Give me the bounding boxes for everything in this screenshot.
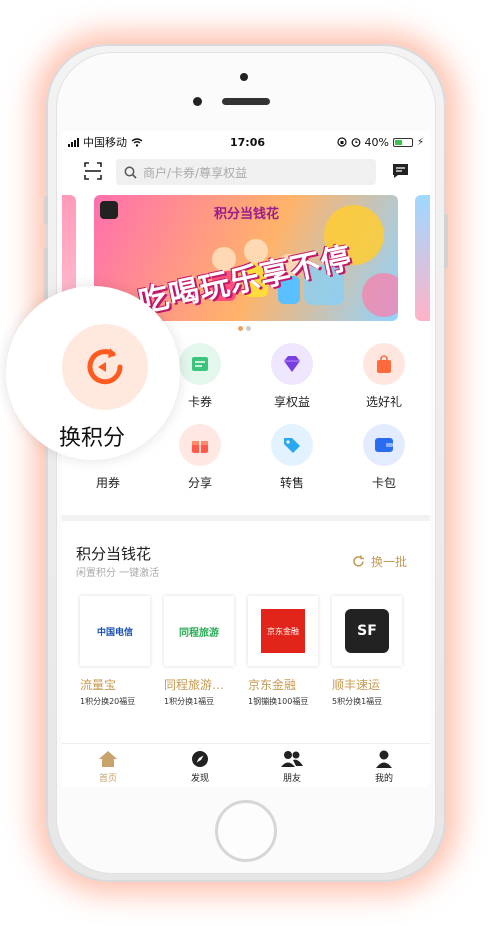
search-placeholder: 商户/卡券/尊享权益	[143, 165, 248, 180]
section-divider	[62, 515, 430, 521]
tab-friends[interactable]: 朋友	[246, 744, 338, 787]
zoom-callout[interactable]: 换积分	[6, 286, 180, 460]
partner-card[interactable]: SF 顺丰速运 5积分换1福豆	[332, 596, 408, 707]
power-button	[444, 214, 448, 268]
compass-icon	[154, 749, 246, 769]
carousel-dots	[238, 326, 251, 331]
grid-item-privileges[interactable]: 享权益	[246, 343, 338, 410]
volume-up-button	[44, 248, 48, 300]
refresh-points-icon	[62, 324, 148, 410]
tab-label: 我的	[374, 774, 393, 784]
friends-icon	[246, 749, 338, 769]
carrier: 中国移动	[83, 136, 127, 149]
partner-rate: 1积分换20福豆	[80, 697, 136, 706]
search-input[interactable]: 商户/卡券/尊享权益	[116, 159, 376, 185]
ly-travel-logo: 同程旅游	[164, 596, 234, 666]
china-telecom-logo: 中国电信	[80, 596, 150, 666]
coupon-icon	[179, 343, 221, 385]
grid-label: 转售	[279, 476, 304, 490]
tab-home[interactable]: 首页	[62, 744, 154, 787]
partner-rate: 1积分换1福豆	[164, 697, 215, 706]
sf-express-logo: SF	[332, 596, 402, 666]
wifi-icon	[131, 137, 143, 147]
partner-name: 流量宝	[80, 678, 117, 692]
partner-rate: 1钢镚换100福豆	[248, 697, 309, 706]
home-icon	[62, 749, 154, 769]
tab-label: 首页	[98, 774, 117, 784]
partner-name: 同程旅游…	[164, 678, 225, 692]
lock-rotation-icon	[336, 137, 347, 147]
banner-next-peek[interactable]	[415, 195, 430, 321]
zoom-label: 换积分	[58, 426, 125, 451]
partner-card[interactable]: 京东金融 京东金融 1钢镚换100福豆	[248, 596, 324, 707]
tab-label: 朋友	[282, 774, 301, 784]
partner-name: 顺丰速运	[332, 678, 381, 692]
status-right: 40% ⚡	[336, 135, 424, 149]
grid-item-gifts[interactable]: 选好礼	[338, 343, 430, 410]
home-button[interactable]	[215, 800, 277, 862]
grid-label: 享权益	[273, 395, 310, 409]
tab-label: 发现	[190, 774, 209, 784]
tab-profile[interactable]: 我的	[338, 744, 430, 787]
search-icon	[124, 166, 137, 179]
camera-dot	[240, 73, 248, 81]
diamond-icon	[271, 343, 313, 385]
grid-item-wallet[interactable]: 卡包	[338, 424, 430, 491]
front-camera	[193, 97, 202, 106]
earpiece-speaker	[222, 98, 270, 105]
tag-icon	[271, 424, 313, 466]
screen: 中国移动 17:06 40% ⚡ 商户/卡券/尊享权益 积分当钱花 吃喝玩乐享不…	[62, 131, 430, 787]
grid-label: 分享	[187, 476, 212, 490]
status-left: 中国移动	[68, 134, 143, 150]
carousel-dot	[238, 326, 243, 331]
refresh-batch-button[interactable]: 换一批	[352, 553, 407, 570]
jd-finance-logo: 京东金融	[248, 596, 318, 666]
wallet-icon	[363, 424, 405, 466]
partner-card[interactable]: 同程旅游 同程旅游… 1积分换1福豆	[164, 596, 240, 707]
partner-card[interactable]: 中国电信 流量宝 1积分换20福豆	[80, 596, 156, 707]
section-title: 积分当钱花	[76, 545, 152, 563]
battery-icon	[392, 137, 413, 147]
grid-label: 选好礼	[365, 395, 402, 409]
tab-bar: 首页 发现 朋友 我的	[62, 743, 430, 787]
tab-discover[interactable]: 发现	[154, 744, 246, 787]
status-time: 17:06	[230, 135, 266, 149]
carousel-dot	[246, 326, 251, 331]
refresh-label: 换一批	[371, 555, 408, 569]
gift-bag-icon	[363, 343, 405, 385]
status-bar: 中国移动 17:06 40% ⚡	[62, 131, 430, 153]
banner-title: 积分当钱花	[214, 207, 280, 222]
alarm-icon	[351, 138, 360, 147]
banner-logo	[100, 201, 118, 219]
grid-label: 卡包	[371, 476, 396, 490]
side-button	[44, 196, 48, 224]
battery-percent: 40%	[364, 135, 389, 149]
refresh-icon	[353, 555, 364, 567]
stage: 中国移动 17:06 40% ⚡ 商户/卡券/尊享权益 积分当钱花 吃喝玩乐享不…	[0, 0, 488, 927]
profile-icon	[338, 749, 430, 769]
signal-icon	[68, 137, 79, 147]
scan-icon[interactable]	[84, 162, 102, 180]
partner-name: 京东金融	[248, 678, 297, 692]
header: 商户/卡券/尊享权益	[62, 155, 430, 189]
message-icon[interactable]	[392, 163, 409, 179]
partner-rate: 5积分换1福豆	[332, 697, 383, 706]
section-subtitle: 闲置积分 一键激活	[76, 568, 160, 579]
grid-item-resell[interactable]: 转售	[246, 424, 338, 491]
grid-label: 用券	[95, 476, 120, 490]
charging-icon: ⚡	[416, 136, 424, 148]
